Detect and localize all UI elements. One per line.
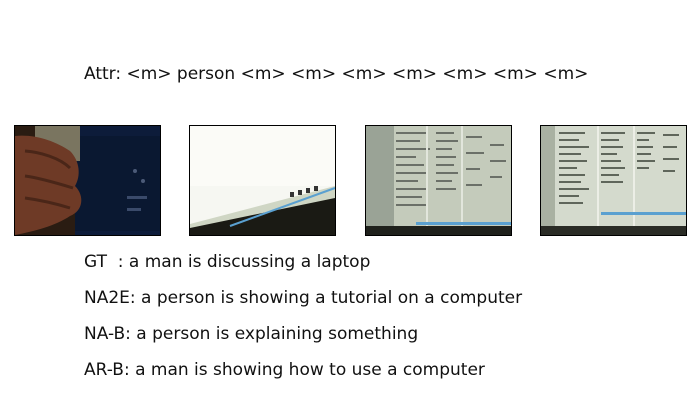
video-frame-2: [189, 125, 336, 236]
spreadsheet-screen-image: [366, 126, 511, 235]
video-frame-3: [365, 125, 512, 236]
spreadsheet-screen-closeup-image: [541, 126, 686, 235]
na-b-caption: NA-B: a person is explaining something: [84, 324, 419, 344]
na2e-caption: NA2E: a person is showing a tutorial on …: [84, 288, 523, 308]
bright-screen-image: [190, 126, 335, 235]
video-frame-4: [540, 125, 687, 236]
video-frame-1: [14, 125, 161, 236]
attr-line: Attr: <m> person <m> <m> <m> <m> <m> <m>…: [84, 64, 589, 84]
gt-caption: GT : a man is discussing a laptop: [84, 252, 371, 272]
ar-b-caption: AR-B: a man is showing how to use a comp…: [84, 360, 485, 380]
hand-near-laptop-image: [15, 126, 160, 235]
